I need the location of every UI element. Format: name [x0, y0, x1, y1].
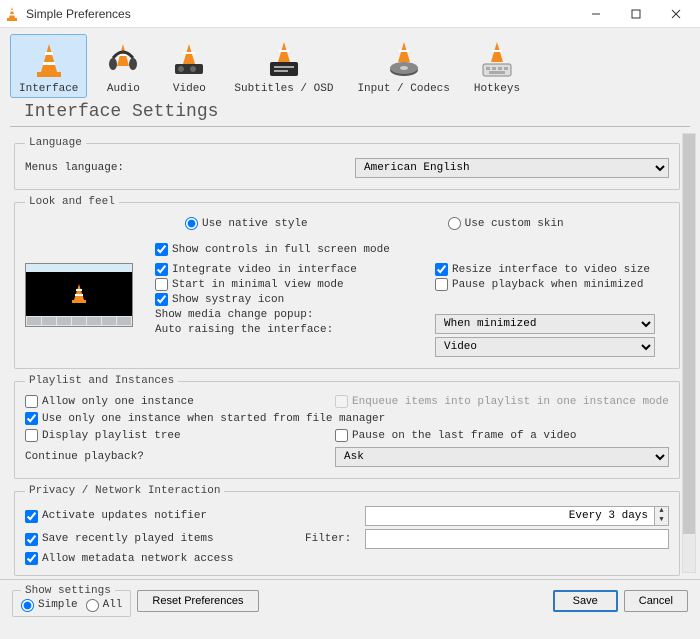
group-legend: Look and feel [25, 196, 119, 208]
tab-label: Video [168, 83, 210, 95]
chk-metadata-access[interactable]: Allow metadata network access [25, 552, 669, 565]
tab-label: Interface [19, 83, 78, 95]
chk-show-controls-fullscreen[interactable]: Show controls in full screen mode [155, 243, 669, 256]
radio-custom-skin[interactable]: Use custom skin [448, 217, 564, 230]
chk-save-recent[interactable]: Save recently played items [25, 533, 305, 546]
footer: Show settings Simple All Reset Preferenc… [0, 579, 700, 621]
hotkeys-icon [474, 39, 520, 81]
window-title: Simple Preferences [26, 7, 576, 21]
menus-language-label: Menus language: [25, 162, 175, 174]
chk-display-tree[interactable]: Display playlist tree [25, 429, 335, 442]
headphones-icon [102, 39, 144, 81]
settings-content: Language Menus language: American Englis… [0, 127, 700, 579]
spin-down[interactable]: ▼ [655, 516, 668, 525]
radio-all[interactable]: All [86, 599, 123, 612]
tab-label: Input / Codecs [357, 83, 449, 95]
group-legend: Privacy / Network Interaction [25, 485, 224, 497]
continue-playback-label: Continue playback? [25, 451, 335, 463]
page-title: Interface Settings [10, 100, 690, 127]
chk-systray[interactable]: Show systray icon [155, 293, 435, 306]
save-button[interactable]: Save [553, 590, 618, 612]
skin-preview [25, 263, 133, 327]
titlebar: Simple Preferences [0, 0, 700, 28]
tab-input-codecs[interactable]: Input / Codecs [348, 34, 458, 98]
chk-start-minimal[interactable]: Start in minimal view mode [155, 278, 435, 291]
chk-one-instance-fm[interactable]: Use only one instance when started from … [25, 412, 669, 425]
tab-label: Audio [102, 83, 144, 95]
radio-simple[interactable]: Simple [21, 599, 78, 612]
tab-subtitles[interactable]: Subtitles / OSD [225, 34, 342, 98]
maximize-button[interactable] [616, 0, 656, 28]
group-legend: Language [25, 137, 86, 149]
group-playlist: Playlist and Instances Allow only one in… [14, 375, 680, 479]
chk-resize-interface[interactable]: Resize interface to video size [435, 263, 669, 276]
group-look-feel: Look and feel Use native style Use custo… [14, 196, 680, 369]
tab-video[interactable]: Video [159, 34, 219, 98]
chk-one-instance[interactable]: Allow only one instance [25, 395, 335, 408]
tab-interface[interactable]: Interface [10, 34, 87, 98]
tab-hotkeys[interactable]: Hotkeys [465, 34, 529, 98]
film-icon [168, 39, 210, 81]
group-show-settings: Show settings Simple All [12, 585, 131, 617]
chk-pause-minimized[interactable]: Pause playback when minimized [435, 278, 669, 291]
cone-icon [19, 39, 78, 81]
auto-raise-select[interactable]: Video [435, 337, 655, 357]
tab-label: Hotkeys [474, 83, 520, 95]
continue-playback-select[interactable]: Ask [335, 447, 669, 467]
reset-preferences-button[interactable]: Reset Preferences [137, 590, 258, 612]
updates-interval-input[interactable] [366, 507, 654, 525]
chk-updates-notifier[interactable]: Activate updates notifier [25, 510, 365, 523]
filter-input[interactable] [365, 529, 669, 549]
group-legend: Show settings [21, 585, 115, 597]
auto-raise-label: Auto raising the interface: [155, 324, 333, 336]
group-language: Language Menus language: American Englis… [14, 137, 680, 190]
group-legend: Playlist and Instances [25, 375, 178, 387]
scrollbar[interactable] [682, 133, 696, 573]
group-privacy: Privacy / Network Interaction Activate u… [14, 485, 680, 576]
chk-enqueue: Enqueue items into playlist in one insta… [335, 395, 669, 408]
updates-interval-spinner[interactable]: ▲▼ [365, 506, 669, 526]
menus-language-select[interactable]: American English [355, 158, 669, 178]
minimize-button[interactable] [576, 0, 616, 28]
subtitles-icon [234, 39, 333, 81]
codecs-icon [357, 39, 449, 81]
close-button[interactable] [656, 0, 696, 28]
tab-label: Subtitles / OSD [234, 83, 333, 95]
scrollbar-thumb[interactable] [683, 134, 695, 534]
chk-pause-last-frame[interactable]: Pause on the last frame of a video [335, 429, 669, 442]
app-icon [4, 6, 20, 22]
cancel-button[interactable]: Cancel [624, 590, 688, 612]
category-tabs: Interface Audio Video Subtitles / OSD In… [0, 28, 700, 100]
chk-integrate-video[interactable]: Integrate video in interface [155, 263, 435, 276]
media-popup-select[interactable]: When minimized [435, 314, 655, 334]
radio-native-style[interactable]: Use native style [185, 217, 308, 230]
media-popup-label: Show media change popup: [155, 309, 313, 321]
filter-label: Filter: [305, 533, 365, 545]
tab-audio[interactable]: Audio [93, 34, 153, 98]
spin-up[interactable]: ▲ [655, 507, 668, 516]
